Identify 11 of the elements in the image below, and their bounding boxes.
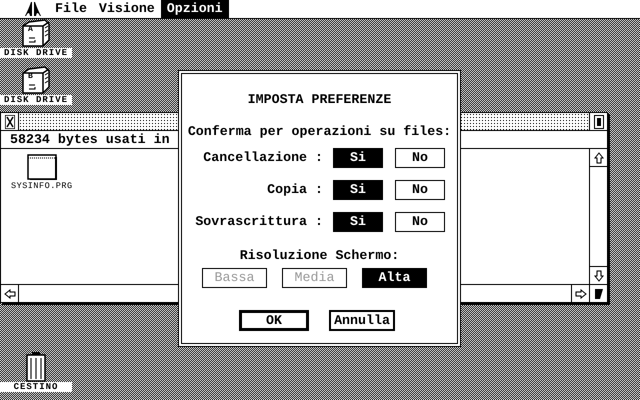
icon-label: DISK DRIVE xyxy=(0,95,72,105)
icon-label: DISK DRIVE xyxy=(0,48,72,58)
option-label: Copia : xyxy=(266,182,323,198)
resolution-label: Risoluzione Schermo: xyxy=(240,248,400,264)
info-line: 58234 bytes usati in xyxy=(10,130,170,148)
option-label: Cancellazione : xyxy=(202,150,323,166)
icon-label: CESTINO xyxy=(0,382,72,392)
option-label: Sovrascrittura : xyxy=(194,214,323,230)
dialog-prompt: Conferma per operazioni su files: xyxy=(188,124,452,140)
dialog-title: IMPOSTA PREFERENZE xyxy=(248,92,392,108)
file-name: SYSINFO.PRG xyxy=(11,181,73,191)
